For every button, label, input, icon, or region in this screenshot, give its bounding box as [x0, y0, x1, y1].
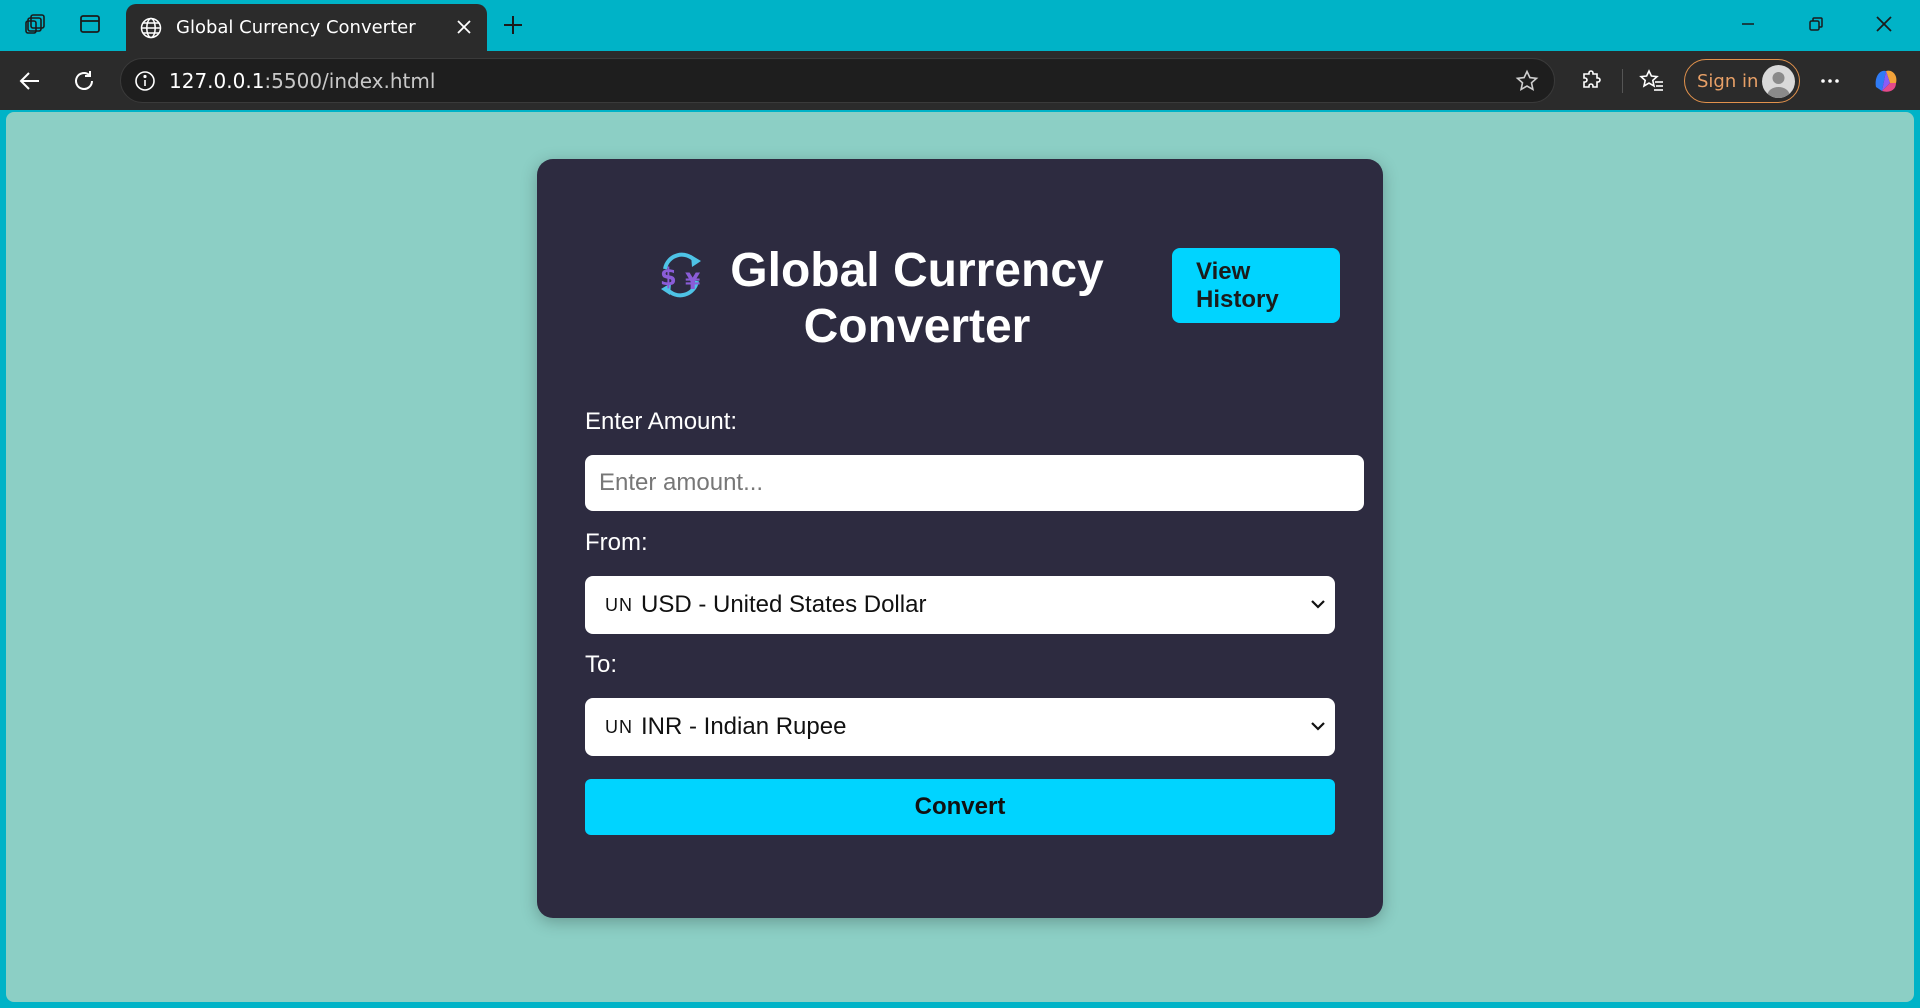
avatar-icon	[1762, 65, 1795, 98]
amount-input[interactable]	[585, 455, 1364, 511]
convert-button[interactable]: Convert	[585, 779, 1335, 835]
amount-label: Enter Amount:	[585, 408, 738, 435]
sign-in-button[interactable]: Sign in	[1684, 59, 1800, 103]
tab-title: Global Currency Converter	[176, 17, 416, 38]
page-viewport: $ ¥ Global Currency Converter View Histo…	[6, 112, 1914, 1002]
globe-icon	[138, 15, 164, 41]
from-currency-value: USD - United States Dollar	[641, 591, 927, 618]
svg-text:¥: ¥	[685, 270, 701, 295]
address-bar[interactable]: 127.0.0.1:5500/index.html	[120, 58, 1555, 103]
to-currency-select[interactable]: UN INR - Indian Rupee	[585, 698, 1335, 756]
toolbar-divider	[1622, 69, 1623, 93]
extensions-icon[interactable]	[1574, 63, 1610, 99]
workspaces-icon[interactable]	[18, 8, 54, 40]
more-icon[interactable]	[1812, 63, 1848, 99]
window-close-icon[interactable]	[1856, 6, 1912, 42]
from-flag: UN	[605, 594, 633, 615]
svg-text:$: $	[660, 263, 677, 291]
restore-icon[interactable]	[1788, 6, 1844, 42]
page-title: Global Currency Converter	[730, 244, 1104, 353]
currency-exchange-icon: $ ¥	[660, 252, 701, 298]
favorites-icon[interactable]	[1634, 63, 1670, 99]
browser-tab[interactable]: Global Currency Converter	[126, 4, 487, 51]
plus-icon[interactable]	[496, 8, 530, 42]
favorite-star-icon[interactable]	[1514, 68, 1540, 94]
converter-card: $ ¥ Global Currency Converter View Histo…	[537, 159, 1383, 918]
browser-titlebar: Global Currency Converter	[0, 0, 1920, 51]
info-icon[interactable]	[133, 69, 157, 93]
chevron-down-icon	[1311, 600, 1325, 609]
minimize-icon[interactable]	[1720, 6, 1776, 42]
copilot-icon[interactable]	[1868, 63, 1904, 99]
from-currency-select[interactable]: UN USD - United States Dollar	[585, 576, 1335, 634]
close-icon[interactable]	[453, 16, 475, 38]
to-label: To:	[585, 651, 618, 678]
url-text: 127.0.0.1:5500/index.html	[169, 68, 436, 93]
card-header: $ ¥ Global Currency Converter View Histo…	[537, 239, 1383, 359]
chevron-down-icon	[1311, 722, 1325, 731]
view-history-button[interactable]: View History	[1172, 248, 1340, 323]
browser-toolbar: 127.0.0.1:5500/index.html Sign in	[0, 51, 1920, 110]
back-icon[interactable]	[12, 63, 48, 99]
from-label: From:	[585, 529, 648, 556]
refresh-icon[interactable]	[66, 63, 102, 99]
to-flag: UN	[605, 716, 633, 737]
tab-actions-icon[interactable]	[72, 8, 108, 40]
to-currency-value: INR - Indian Rupee	[641, 713, 847, 740]
